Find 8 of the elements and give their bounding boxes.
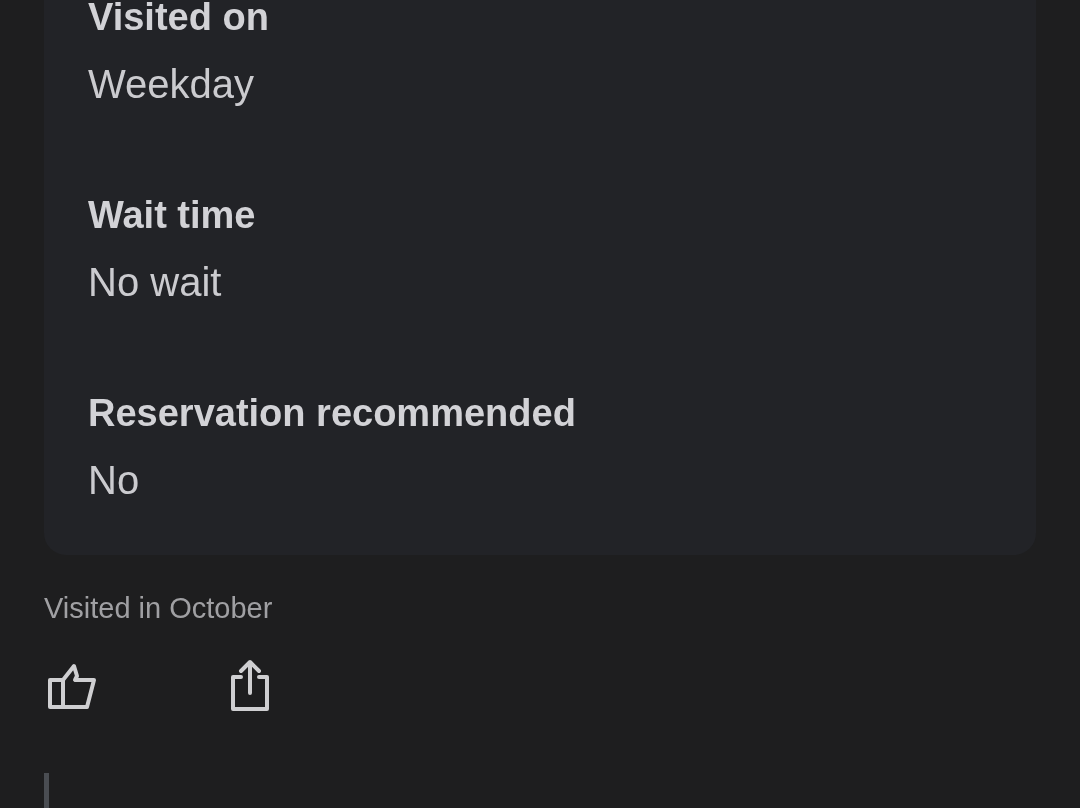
visit-date: Visited in October: [44, 591, 273, 625]
share-icon[interactable]: [229, 659, 271, 713]
detail-value: No wait: [88, 259, 222, 306]
detail-label: Reservation recommended: [88, 391, 576, 436]
detail-label: Wait time: [88, 193, 256, 238]
detail-value: Weekday: [88, 61, 254, 108]
detail-value: No: [88, 457, 140, 504]
detail-label: Visited on: [88, 0, 269, 40]
